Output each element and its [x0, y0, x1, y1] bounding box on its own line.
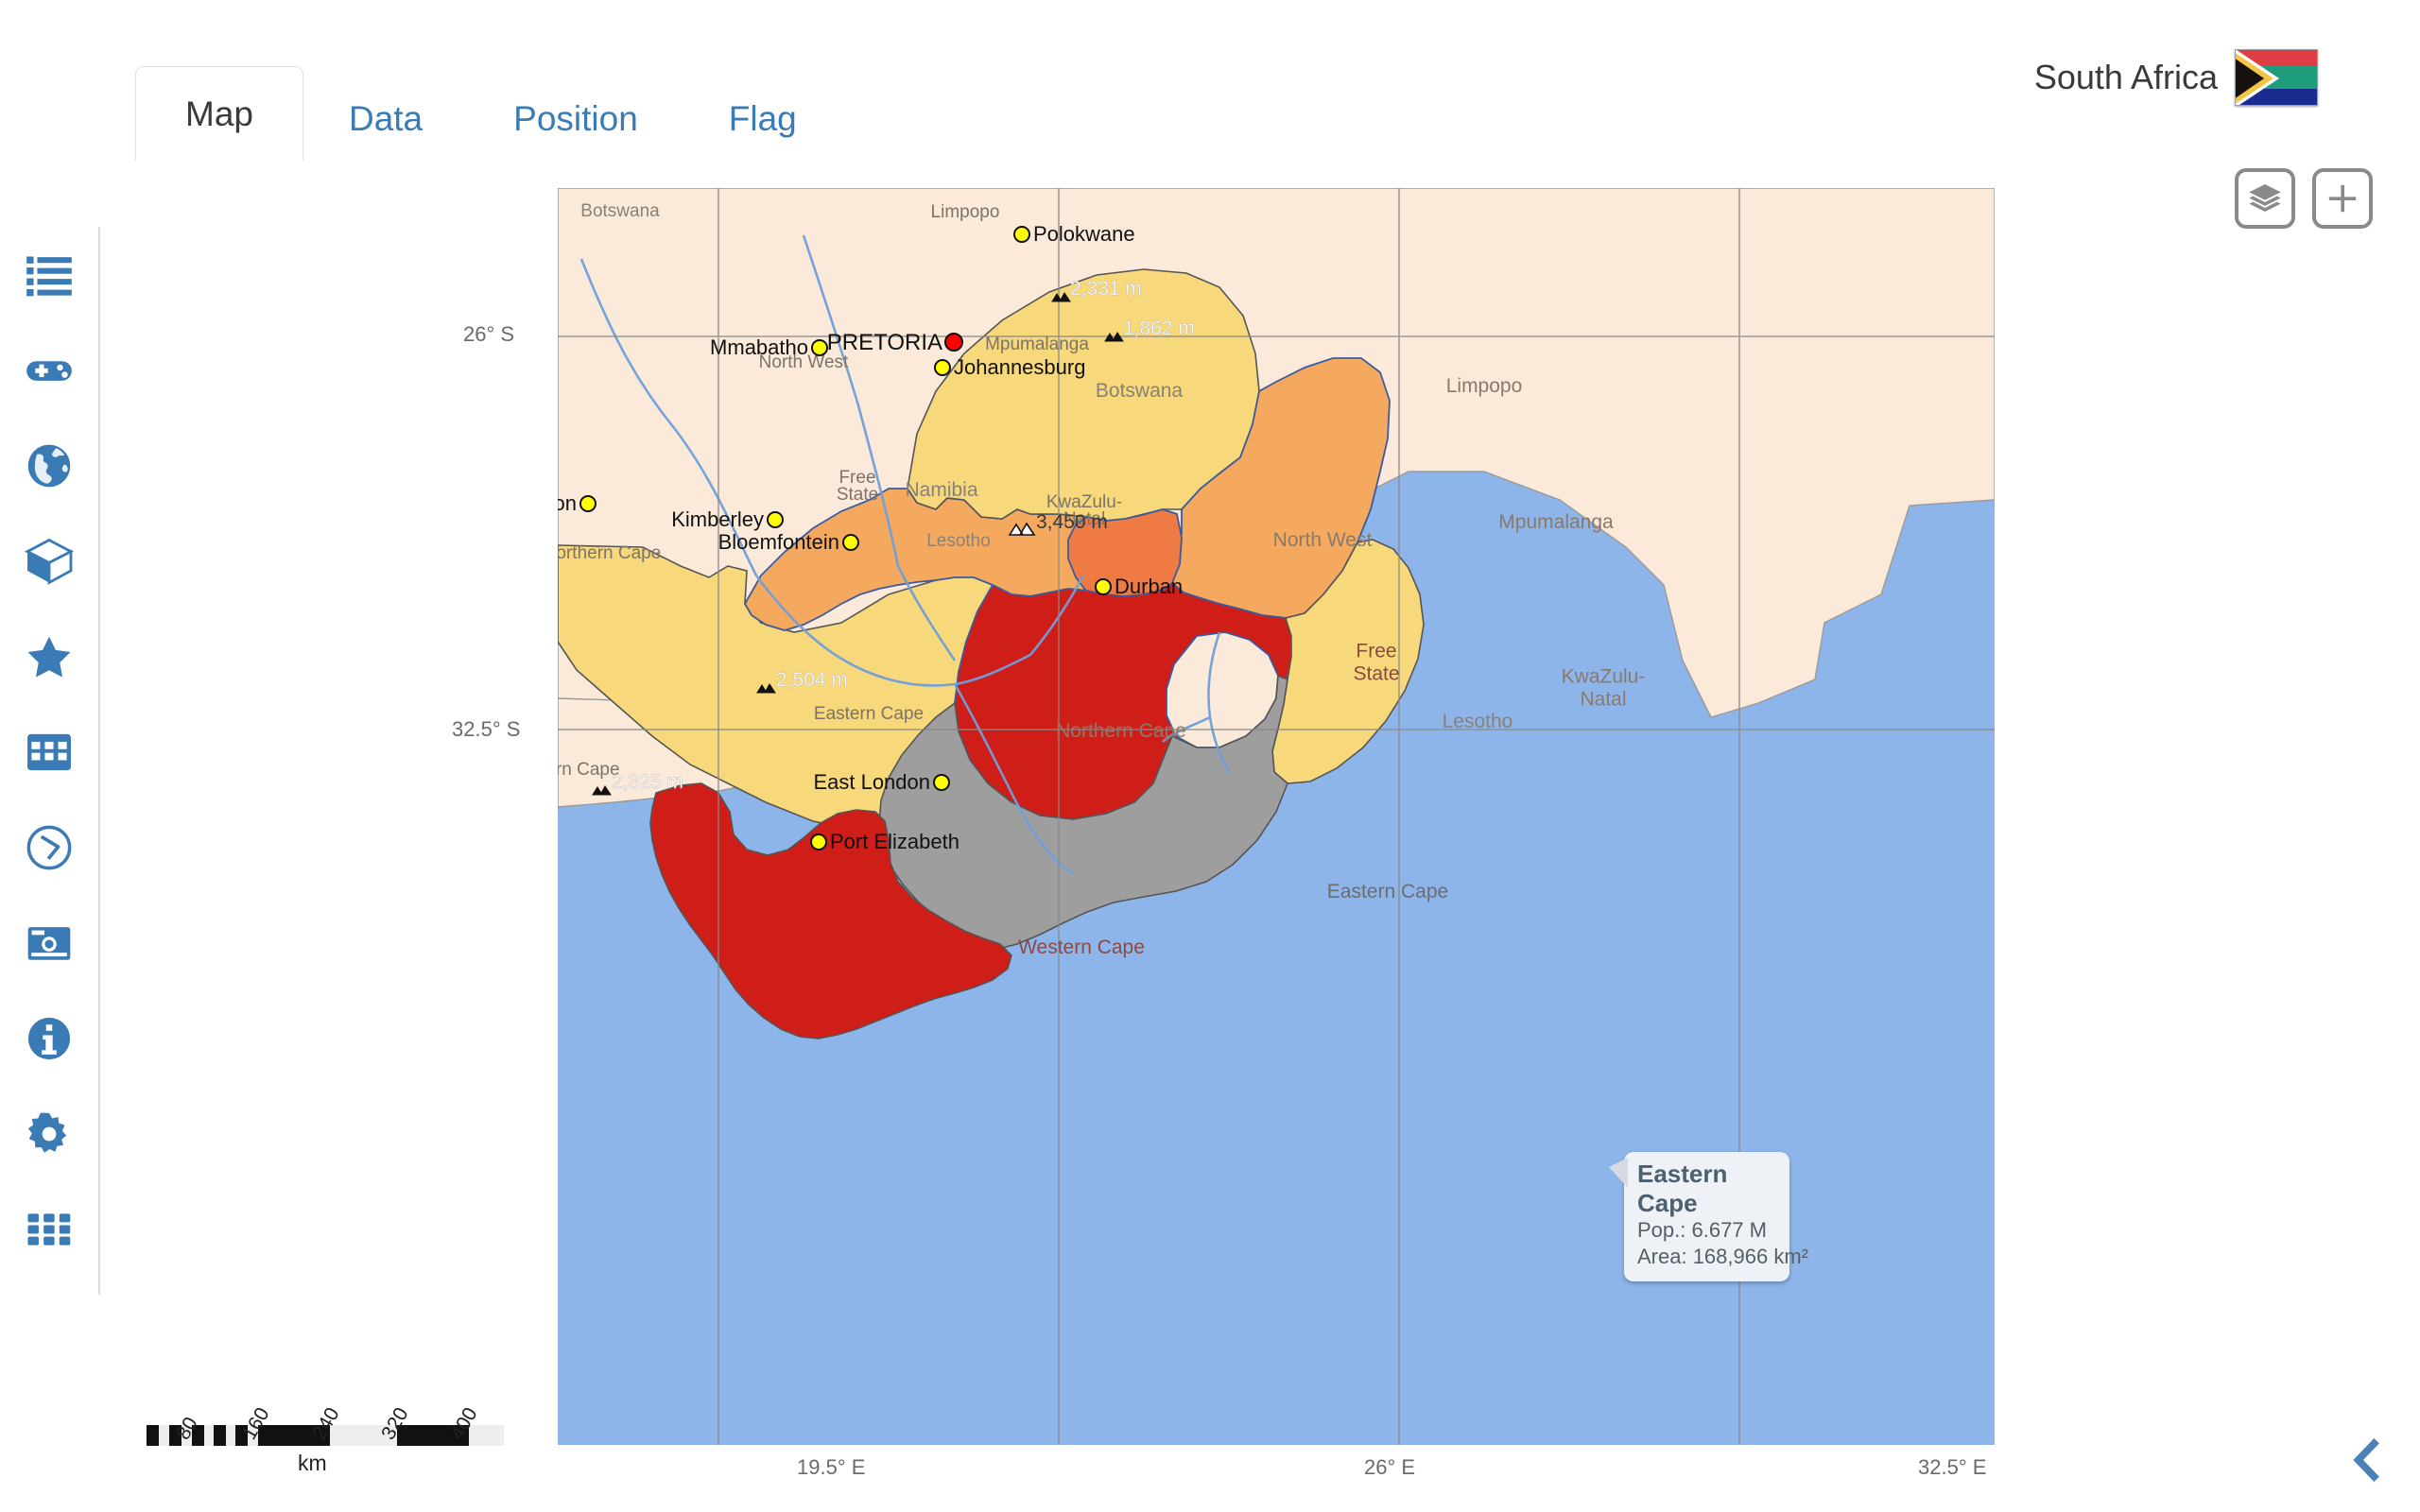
city-label-johannesburg: Johannesburg [954, 355, 1085, 379]
sidebar-item-apps[interactable] [0, 1181, 99, 1277]
province-label-western-cape: Western Cape [558, 760, 620, 780]
sidebar-item-clock[interactable] [0, 799, 99, 895]
province-label-eastern-cape: Eastern Cape [814, 704, 924, 724]
tab-list: Map Data Position Flag [135, 66, 842, 161]
tooltip-area: Area: 168,966 km² [1637, 1245, 1808, 1269]
tab-flag[interactable]: Flag [683, 77, 842, 161]
lat-label-325s: 32.5° S [452, 717, 521, 741]
country-label-botswana: Botswana [580, 201, 660, 221]
tab-position[interactable]: Position [468, 77, 683, 161]
city-polokwane: Polokwane [1013, 222, 1135, 246]
sidebar-item-table[interactable] [0, 704, 99, 799]
city-label-east-london: East London [813, 770, 930, 794]
tab-position-label: Position [513, 99, 638, 138]
city-port-elizabeth: Port Elizabeth [810, 830, 959, 853]
city-bloemfontein: Bloemfontein [718, 530, 859, 554]
collapse-panel-button[interactable] [2341, 1434, 2394, 1491]
sidebar-item-settings[interactable] [0, 1086, 99, 1181]
tab-bar: Map Data Position Flag South Africa [0, 0, 2420, 161]
table-icon [27, 733, 71, 770]
province-label-northern-cape: Northern Cape [558, 543, 661, 563]
city-pretoria: PRETORIA [827, 330, 963, 355]
sidebar-item-favorites[interactable] [0, 609, 99, 704]
sidebar-item-game[interactable] [0, 322, 99, 418]
province-label-free-state-2: State [837, 485, 878, 505]
city-label-pretoria: PRETORIA [827, 330, 942, 355]
scale-block [214, 1425, 226, 1446]
south-africa-flag-icon [2235, 49, 2318, 106]
tab-flag-label: Flag [728, 99, 797, 138]
clock-icon [26, 825, 72, 869]
city-label-kimberley: Kimberley [671, 507, 764, 531]
peak-label-2504: 2,504 m [776, 669, 848, 691]
city-label-port-elizabeth: Port Elizabeth [830, 830, 959, 853]
city-label-mmabatho: Mmabatho [710, 335, 808, 359]
lat-label-26s: 26° S [463, 322, 515, 346]
sidebar-item-info[interactable] [0, 990, 99, 1086]
gear-icon [27, 1112, 67, 1153]
tab-map-label: Map [185, 94, 253, 133]
city-label-durban: Durban [1115, 575, 1183, 598]
city-label-polokwane: Polokwane [1033, 222, 1135, 246]
lon-label-325e: 32.5° E [1918, 1455, 1987, 1479]
peak-label-2325: 2,325 m [612, 771, 683, 793]
info-icon [27, 1017, 71, 1059]
city-johannesburg: Johannesburg [934, 355, 1085, 379]
peak-label-1862: 1,862 m [1123, 318, 1195, 339]
city-label-upington: Upington [558, 491, 577, 515]
country-label-lesotho: Lesotho [926, 531, 991, 551]
tooltip-title: Eastern Cape [1637, 1160, 1728, 1217]
peak-label-3450: 3,450 m [1036, 511, 1108, 533]
tab-data[interactable]: Data [303, 77, 468, 161]
lon-label-26e: 26° E [1364, 1455, 1416, 1479]
sidebar-item-camera[interactable] [0, 895, 99, 990]
sidebar-item-globe[interactable] [0, 418, 99, 513]
scale-block [147, 1425, 159, 1446]
lon-label-195e: 19.5° E [797, 1455, 866, 1479]
left-sidebar [0, 227, 100, 1295]
box-icon [25, 538, 74, 585]
scale-unit: km [298, 1451, 327, 1475]
camera-icon [27, 926, 71, 960]
tooltip-tail [1609, 1158, 1628, 1188]
tab-data-label: Data [348, 99, 424, 138]
province-label-mpumalanga: Mpumalanga [985, 335, 1089, 354]
chevron-left-icon [2353, 1438, 2379, 1482]
sidebar-item-3d-box[interactable] [0, 513, 99, 609]
layers-button[interactable] [2235, 168, 2295, 229]
list-icon [26, 256, 72, 296]
layers-icon [2249, 184, 2281, 212]
tooltip-population: Pop.: 6.677 M [1637, 1218, 1767, 1243]
star-icon [27, 636, 71, 678]
map-scale-bar: 80 160 240 320 400 km [147, 1369, 506, 1475]
city-east-london: East London [813, 770, 950, 794]
gamepad-icon [26, 360, 72, 381]
map-control-buttons [2235, 168, 2373, 229]
country-name: South Africa [2033, 58, 2218, 96]
province-label-limpopo: Limpopo [931, 202, 1000, 222]
peak-label-2331: 2,331 m [1070, 278, 1142, 300]
plus-icon [2328, 184, 2357, 213]
country-indicator: South Africa [2034, 49, 2318, 106]
sidebar-item-list[interactable] [0, 227, 99, 322]
add-button[interactable] [2312, 168, 2373, 229]
globe-icon [27, 444, 71, 487]
tab-map[interactable]: Map [135, 66, 303, 161]
app-root: Map Data Position Flag South Africa Bots… [0, 0, 2420, 1512]
grid-icon [27, 1212, 71, 1246]
city-label-bloemfontein: Bloemfontein [718, 530, 839, 554]
province-tooltip: Eastern Cape Pop.: 6.677 M Area: 168,966… [1609, 1152, 1808, 1281]
